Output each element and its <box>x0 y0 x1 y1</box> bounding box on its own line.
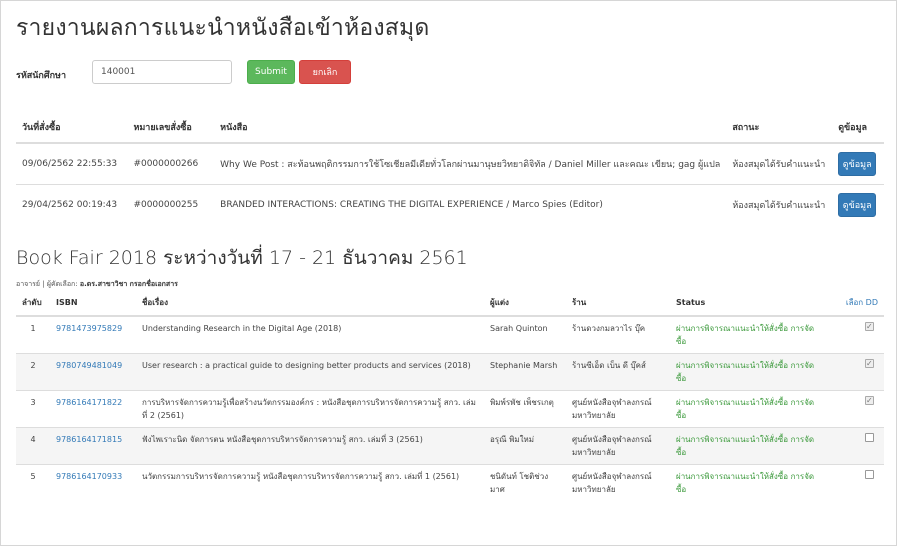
book-status: ผ่านการพิจารณาแนะนำให้สั่งซื้อ การจัดซื้… <box>670 390 826 428</box>
col-select[interactable]: เลือก DD <box>826 290 884 317</box>
book-status: ผ่านการพิจารณาแนะนำให้สั่งซื้อ การจัดซื้… <box>670 353 826 391</box>
order-number: #0000000266 <box>127 142 215 185</box>
book-shop: ศูนย์หนังสือจุฬาลงกรณ์มหาวิทยาลัย <box>566 464 670 501</box>
row-number: 5 <box>16 464 50 501</box>
order-date: 09/06/2562 22:55:33 <box>16 142 128 185</box>
recommend-table: วันที่สั่งซื้อ หมายเลขสั่งซื้อ หนังสือ ส… <box>16 112 884 225</box>
subtitle-prefix: อาจารย์ | ผู้คัดเลือก: <box>16 280 78 288</box>
col-isbn: ISBN <box>50 290 136 317</box>
cancel-button[interactable]: ยกเลิก <box>299 60 351 84</box>
select-checkbox[interactable] <box>865 394 874 407</box>
select-cell <box>826 315 884 354</box>
col-date: วันที่สั่งซื้อ <box>16 112 128 144</box>
book-status: ผ่านการพิจารณาแนะนำให้สั่งซื้อ การจัดซื้… <box>670 464 826 501</box>
book-status: ผ่านการพิจารณาแนะนำให้สั่งซื้อ การจัดซื้… <box>670 427 826 465</box>
isbn-cell: 9786164170933 <box>50 464 136 501</box>
book-title: การบริหารจัดการความรู้เพื่อสร้างนวัตกรรม… <box>136 390 484 428</box>
isbn-link[interactable]: 9786164170933 <box>56 472 122 481</box>
isbn-link[interactable]: 9780749481049 <box>56 361 122 370</box>
bookfair-subtitle: อาจารย์ | ผู้คัดเลือก: อ.ดร.สาขาวิชา กรอ… <box>16 279 178 290</box>
select-checkbox[interactable] <box>865 470 874 479</box>
table-row: 1 9781473975829 Understanding Research i… <box>16 315 884 354</box>
isbn-cell: 9780749481049 <box>50 353 136 391</box>
select-checkbox[interactable] <box>865 357 874 370</box>
page-title: รายงานผลการแนะนำหนังสือเข้าห้องสมุด <box>16 15 430 41</box>
select-cell <box>826 427 884 465</box>
book-status: ผ่านการพิจารณาแนะนำให้สั่งซื้อ การจัดซื้… <box>670 315 826 354</box>
row-number: 2 <box>16 353 50 391</box>
select-cell <box>826 353 884 391</box>
bookfair-table: ลำดับ ISBN ชื่อเรื่อง ผู้แต่ง ร้าน Statu… <box>16 290 884 501</box>
isbn-cell: 9786164171822 <box>50 390 136 428</box>
book-title: BRANDED INTERACTIONS: CREATING THE DIGIT… <box>214 184 727 225</box>
student-id-input[interactable] <box>92 60 232 84</box>
table-row: 5 9786164170933 นวัตกรรมการบริหารจัดการค… <box>16 464 884 501</box>
book-shop: ร้านดวงกมลวาไร บุ๊ค <box>566 315 670 354</box>
book-title: User research : a practical guide to des… <box>136 353 484 391</box>
bookfair-table-header: ลำดับ ISBN ชื่อเรื่อง ผู้แต่ง ร้าน Statu… <box>16 290 884 317</box>
book-title: นวัตกรรมการบริหารจัดการความรู้ หนังสือชุ… <box>136 464 484 501</box>
book-title: Why We Post : สะท้อนพฤติกรรมการใช้โซเชีย… <box>214 142 727 185</box>
col-title: ชื่อเรื่อง <box>136 290 484 317</box>
table-row: 4 9786164171815 ฟังไพเราะนิด จัดการตน หน… <box>16 427 884 465</box>
row-number: 4 <box>16 427 50 465</box>
view-button[interactable]: ดูข้อมูล <box>838 152 877 176</box>
order-date: 29/04/2562 00:19:43 <box>16 184 128 225</box>
book-shop: ศูนย์หนังสือจุฬาลงกรณ์มหาวิทยาลัย <box>566 427 670 465</box>
book-author: อรุณี พิมใหม่ <box>484 427 566 465</box>
subtitle-name: อ.ดร.สาขาวิชา กรอกชื่อเอกสาร <box>79 280 178 288</box>
action-cell: ดูข้อมูล <box>832 184 884 225</box>
book-title: ฟังไพเราะนิด จัดการตน หนังสือชุดการบริหา… <box>136 427 484 465</box>
book-shop: ศูนย์หนังสือจุฬาลงกรณ์มหาวิทยาลัย <box>566 390 670 428</box>
book-author: Sarah Quinton <box>484 315 566 354</box>
action-cell: ดูข้อมูล <box>832 142 884 185</box>
table-row: 09/06/2562 22:55:33 #0000000266 Why We P… <box>16 142 884 185</box>
col-status: สถานะ <box>726 112 833 144</box>
book-title: Understanding Research in the Digital Ag… <box>136 315 484 354</box>
col-book: หนังสือ <box>214 112 727 144</box>
book-author: Stephanie Marsh <box>484 353 566 391</box>
order-number: #0000000255 <box>127 184 215 225</box>
book-author: พิมพ์รพัช เพ็ชรเกตุ <box>484 390 566 428</box>
order-status: ห้องสมุดได้รับคำแนะนำ <box>726 184 833 225</box>
order-status: ห้องสมุดได้รับคำแนะนำ <box>726 142 833 185</box>
select-cell <box>826 464 884 501</box>
select-checkbox[interactable] <box>865 320 874 333</box>
row-number: 1 <box>16 315 50 354</box>
isbn-link[interactable]: 9786164171822 <box>56 398 122 407</box>
bookfair-title: Book Fair 2018 ระหว่างวันที่ 17 - 21 ธัน… <box>16 247 468 269</box>
col-status: Status <box>670 290 826 317</box>
isbn-cell: 9781473975829 <box>50 315 136 354</box>
select-checkbox[interactable] <box>865 433 874 442</box>
col-action: ดูข้อมูล <box>832 112 884 144</box>
filter-label: รหัสนักศึกษา <box>16 71 67 81</box>
isbn-link[interactable]: 9781473975829 <box>56 324 122 333</box>
col-no: ลำดับ <box>16 290 50 317</box>
row-number: 3 <box>16 390 50 428</box>
col-author: ผู้แต่ง <box>484 290 566 317</box>
table-row: 2 9780749481049 User research : a practi… <box>16 353 884 391</box>
book-shop: ร้านซีเอ็ด เบ็น ดี บุ๊คส์ <box>566 353 670 391</box>
select-dd-link[interactable]: เลือก DD <box>846 298 878 307</box>
recommend-table-header: วันที่สั่งซื้อ หมายเลขสั่งซื้อ หนังสือ ส… <box>16 112 884 144</box>
isbn-cell: 9786164171815 <box>50 427 136 465</box>
table-row: 29/04/2562 00:19:43 #0000000255 BRANDED … <box>16 184 884 225</box>
submit-button[interactable]: Submit <box>247 60 295 84</box>
isbn-link[interactable]: 9786164171815 <box>56 435 122 444</box>
col-shop: ร้าน <box>566 290 670 317</box>
table-row: 3 9786164171822 การบริหารจัดการความรู้เพ… <box>16 390 884 428</box>
book-author: ชนิดันท์ โชติช่วง มาศ <box>484 464 566 501</box>
col-order-no: หมายเลขสั่งซื้อ <box>127 112 215 144</box>
view-button[interactable]: ดูข้อมูล <box>838 193 877 217</box>
select-cell <box>826 390 884 428</box>
